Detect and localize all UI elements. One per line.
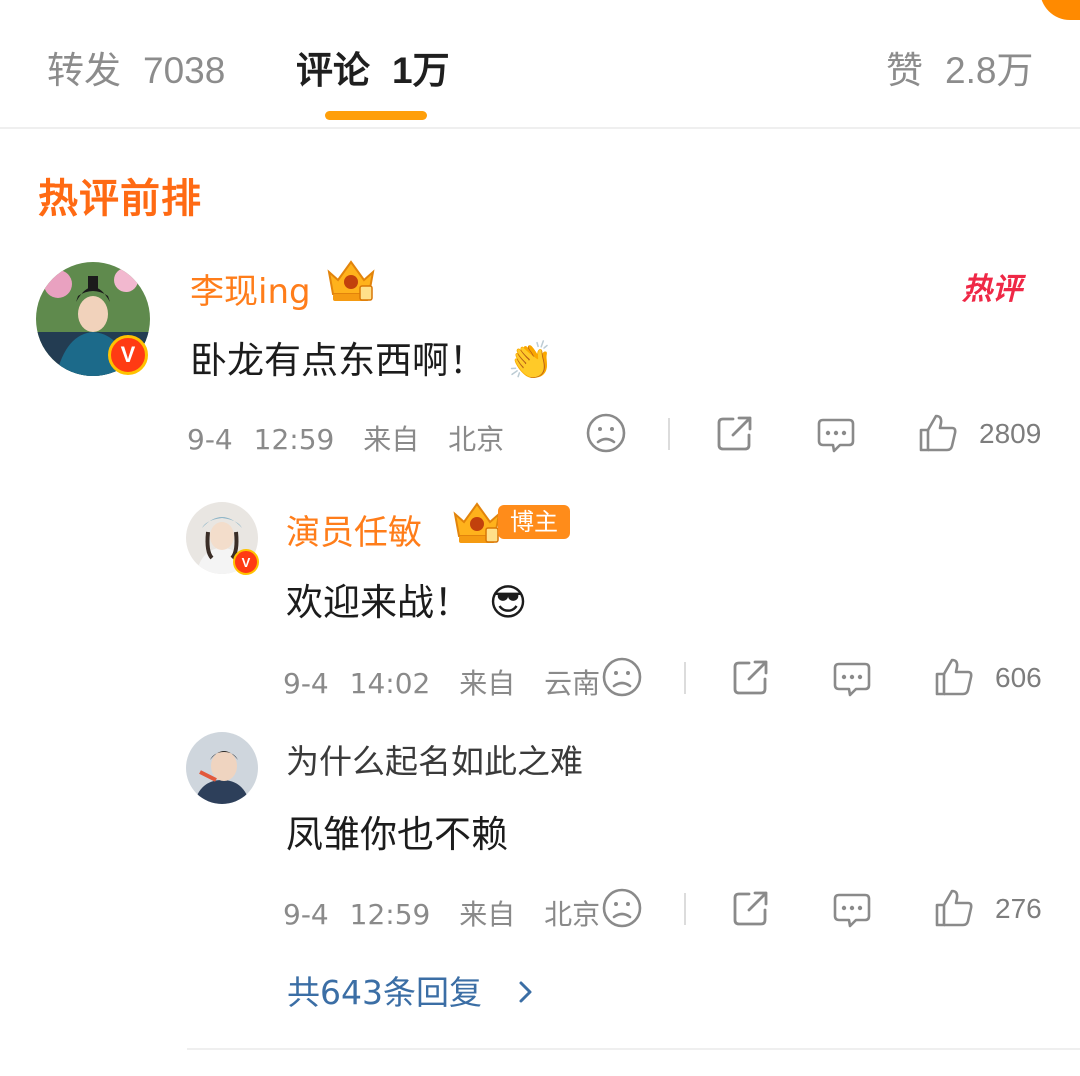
chevron-right-icon — [519, 981, 531, 1003]
reply-date: 9-4 — [283, 898, 329, 931]
sunglasses-emoji-icon: 😎 — [488, 581, 528, 624]
comment-username[interactable]: 李现ing — [190, 264, 311, 313]
reply-from-label: 来自 — [459, 898, 516, 931]
corner-accent — [1040, 0, 1080, 20]
tab-likes-label: 赞 — [886, 49, 923, 92]
thumbs-up-icon[interactable] — [932, 886, 976, 930]
comment-text-content: 卧龙有点东西啊！ — [190, 339, 486, 382]
verified-v-icon: V — [233, 549, 259, 575]
thumbs-up-icon[interactable] — [916, 411, 960, 455]
tab-comments[interactable]: 评论 1万 — [296, 40, 450, 94]
sad-face-icon[interactable] — [600, 886, 644, 930]
clap-emoji-icon: 👏 — [507, 339, 554, 382]
comment-meta: 9-4 12:59 来自 北京 — [187, 418, 504, 458]
active-tab-indicator — [325, 111, 427, 120]
thumbs-up-icon[interactable] — [932, 655, 976, 699]
like-count: 2809 — [979, 418, 1042, 449]
divider — [684, 662, 686, 694]
reply-text: 凤雏你也不赖 — [286, 813, 508, 856]
tab-repost[interactable]: 转发 7038 — [47, 40, 225, 94]
bottom-divider — [187, 1048, 1080, 1050]
comment-icon[interactable] — [830, 656, 874, 700]
share-icon[interactable] — [713, 411, 757, 455]
reply-username[interactable]: 为什么起名如此之难 — [286, 735, 583, 783]
comment-from-label: 来自 — [363, 423, 420, 456]
like-count: 606 — [995, 662, 1042, 693]
tab-comments-label: 评论 — [296, 49, 370, 92]
tab-likes[interactable]: 赞 2.8万 — [886, 40, 1033, 94]
reply-date: 9-4 — [283, 667, 329, 700]
reply-time: 12:59 — [349, 898, 431, 931]
reply-text: 欢迎来战！ 😎 — [286, 572, 527, 626]
comment-time: 12:59 — [253, 423, 335, 456]
like-count: 276 — [995, 893, 1042, 924]
divider — [668, 418, 670, 450]
sad-face-icon[interactable] — [584, 411, 628, 455]
tab-repost-label: 转发 — [47, 49, 121, 92]
share-icon[interactable] — [729, 886, 773, 930]
reply-time: 14:02 — [349, 667, 431, 700]
reply-text-content: 欢迎来战！ — [286, 581, 471, 624]
section-title: 热评前排 — [38, 176, 202, 222]
sad-face-icon[interactable] — [600, 655, 644, 699]
share-icon[interactable] — [729, 655, 773, 699]
crown-badge-icon — [450, 500, 504, 546]
reply-meta: 9-4 12:59 来自 北京 — [283, 893, 600, 933]
divider — [684, 893, 686, 925]
comment-icon[interactable] — [814, 412, 858, 456]
more-replies-label: 共643条回复 — [287, 973, 482, 1012]
tab-divider — [0, 127, 1080, 129]
comment-text: 卧龙有点东西啊！ 👏 — [190, 330, 554, 384]
tab-likes-count: 2.8万 — [945, 50, 1034, 91]
comment-icon[interactable] — [830, 887, 874, 931]
reply-username[interactable]: 演员任敏 — [286, 505, 422, 554]
tab-comments-count: 1万 — [392, 50, 450, 91]
hot-comment-tag: 热评 — [962, 272, 1022, 307]
more-replies-link[interactable]: 共643条回复 — [287, 966, 537, 1014]
reply-location: 云南 — [544, 667, 601, 700]
comment-location: 北京 — [448, 423, 505, 456]
reply-meta: 9-4 14:02 来自 云南 — [283, 662, 600, 702]
avatar[interactable] — [186, 732, 258, 804]
verified-v-icon: V — [108, 335, 148, 375]
crown-badge-icon — [324, 258, 378, 304]
reply-location: 北京 — [544, 898, 601, 931]
tab-repost-count: 7038 — [143, 50, 226, 91]
comment-date: 9-4 — [187, 423, 233, 456]
reply-from-label: 来自 — [459, 667, 516, 700]
blogger-badge: 博主 — [498, 505, 570, 539]
